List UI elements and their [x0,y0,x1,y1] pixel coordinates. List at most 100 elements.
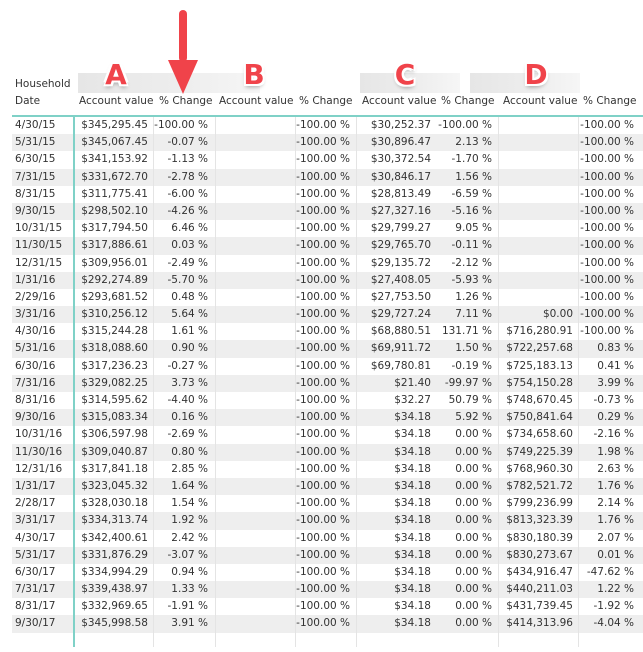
cell-a-percent-change: 0.16 % [171,411,208,424]
cell-c-account-value: $34.18 [394,479,431,492]
table-row: 7/31/15 $331,672.70 -2.78 % -100.00 % $30,84… [12,168,643,186]
date-cell: 4/30/16 [15,325,56,338]
annotation-letter-a: A [105,58,127,91]
cell-c-account-value: $34.18 [394,514,431,527]
cell-a-account-value: $293,681.52 [81,290,148,303]
col-header-c-percent-change[interactable]: % Change [441,95,495,107]
table-row: 9/30/17 $345,998.58 3.91 % -100.00 % $34.18 0… [12,615,643,633]
cell-d-percent-change: -2.16 % [593,428,634,441]
down-arrow-icon [168,10,198,94]
table-row: 1/31/16 $292,274.89 -5.70 % -100.00 % $27,40… [12,271,643,289]
cell-d-percent-change: 0.83 % [597,342,634,355]
cell-d-percent-change: -0.73 % [593,394,634,406]
cell-c-percent-change: -0.11 % [451,239,492,252]
cell-b-percent-change: -100.00 % [296,119,350,131]
cell-c-account-value: $21.40 [394,376,431,389]
cell-a-percent-change: 0.90 % [171,342,208,355]
date-cell: 6/30/16 [15,359,56,372]
cell-d-percent-change: -100.00 % [580,325,634,338]
table-row: 5/31/16 $318,088.60 0.90 % -100.00 % $69,911… [12,340,643,358]
cell-a-percent-change: 0.03 % [171,239,208,252]
date-cell: 11/30/15 [15,239,63,252]
col-header-a-account-value[interactable]: Account value [79,95,153,107]
cell-c-account-value: $34.18 [394,617,431,630]
col-header-d-percent-change[interactable]: % Change [583,95,637,107]
table-row: 6/30/17 $334,994.29 0.94 % -100.00 % $34.18 0… [12,564,643,581]
cell-a-account-value: $332,969.65 [81,600,148,613]
cell-c-percent-change: 2.13 % [455,136,492,149]
table-row: 5/31/15 $345,067.45 -0.07 % -100.00 % $30,89… [12,134,643,152]
cell-d-account-value: $749,225.39 [506,445,573,458]
cell-a-percent-change: 6.46 % [171,222,208,235]
cell-a-percent-change: -4.40 % [167,394,208,406]
col-header-d-account-value[interactable]: Account value [503,95,577,107]
cell-c-account-value: $34.18 [394,583,431,596]
cell-b-percent-change: -100.00 % [296,170,350,183]
cell-d-percent-change: -100.00 % [580,290,634,303]
cell-c-percent-change: -99.97 % [444,376,492,389]
cell-c-account-value: $34.18 [394,428,431,441]
cell-c-account-value: $34.18 [394,548,431,561]
table-row: 3/31/16 $310,256.12 5.64 % -100.00 % $29,727… [12,306,643,324]
column-divider [498,117,499,647]
row-header-separator [73,117,75,647]
cell-c-percent-change: 1.26 % [455,290,492,303]
cell-a-account-value: $342,400.61 [81,531,148,544]
cell-d-account-value: $830,180.39 [506,531,573,544]
cell-a-percent-change: 0.94 % [171,565,208,578]
cell-d-percent-change: 0.01 % [597,548,634,561]
date-column-header[interactable]: Date [15,95,40,107]
cell-c-percent-change: 1.56 % [455,170,492,183]
cell-d-percent-change: 3.99 % [597,376,634,389]
cell-c-account-value: $69,911.72 [370,342,431,355]
cell-d-account-value: $768,960.30 [506,462,573,475]
table-row: 3/31/17 $334,313.74 1.92 % -100.00 % $34.18 0… [12,512,643,530]
cell-a-account-value: $339,438.97 [81,583,148,596]
table-row: 10/31/15 $317,794.50 6.46 % -100.00 % $29,79… [12,220,643,237]
cell-a-account-value: $317,794.50 [81,222,148,235]
col-header-b-account-value[interactable]: Account value [219,95,293,107]
date-cell: 9/30/15 [15,204,56,217]
cell-a-percent-change: 1.33 % [171,583,208,596]
table-row: 9/30/16 $315,083.34 0.16 % -100.00 % $34.18 5… [12,409,643,427]
cell-d-account-value: $440,211.03 [506,583,573,596]
col-header-c-account-value[interactable]: Account value [362,95,436,107]
cell-d-percent-change: 2.14 % [597,497,634,510]
cell-b-percent-change: -100.00 % [296,600,350,613]
cell-d-percent-change: -100.00 % [580,273,634,286]
table-row: 8/31/17 $332,969.65 -1.91 % -100.00 % $34.18… [12,598,643,615]
cell-c-percent-change: 0.00 % [455,565,492,578]
cell-c-percent-change: -0.19 % [451,359,492,372]
cell-a-percent-change: -0.27 % [167,359,208,372]
cell-a-percent-change: 2.85 % [171,462,208,475]
date-cell: 12/31/15 [15,256,63,269]
cell-a-percent-change: 2.42 % [171,531,208,544]
cell-b-percent-change: -100.00 % [296,583,350,596]
cell-a-percent-change: 5.64 % [171,308,208,321]
date-cell: 8/31/15 [15,187,56,200]
cell-a-percent-change: 3.91 % [171,617,208,630]
col-header-b-percent-change[interactable]: % Change [299,95,353,107]
cell-c-percent-change: -100.00 % [438,119,492,131]
col-header-a-percent-change[interactable]: % Change [159,95,213,107]
cell-a-percent-change: -6.00 % [167,187,208,200]
cell-d-account-value: $782,521.72 [506,479,573,492]
date-cell: 10/31/16 [15,428,63,441]
date-cell: 5/31/15 [15,136,56,149]
cell-d-percent-change: -100.00 % [580,119,634,131]
table-row: 4/30/15 $345,295.45 -100.00 % -100.00 % $30,… [12,117,643,134]
cell-b-percent-change: -100.00 % [296,153,350,166]
cell-a-account-value: $328,030.18 [81,497,148,510]
cell-c-percent-change: -5.93 % [451,273,492,286]
cell-c-percent-change: 0.00 % [455,600,492,613]
cell-c-percent-change: 131.71 % [441,325,492,338]
cell-d-account-value: $813,323.39 [506,514,573,527]
date-cell: 1/31/16 [15,273,56,286]
cell-d-percent-change: 2.63 % [597,462,634,475]
cell-c-account-value: $29,765.70 [370,239,431,252]
cell-a-percent-change: -3.07 % [167,548,208,561]
date-cell: 9/30/17 [15,617,56,630]
cell-a-account-value: $317,236.23 [81,359,148,372]
cell-a-percent-change: 1.61 % [171,325,208,338]
cell-c-percent-change: 0.00 % [455,617,492,630]
